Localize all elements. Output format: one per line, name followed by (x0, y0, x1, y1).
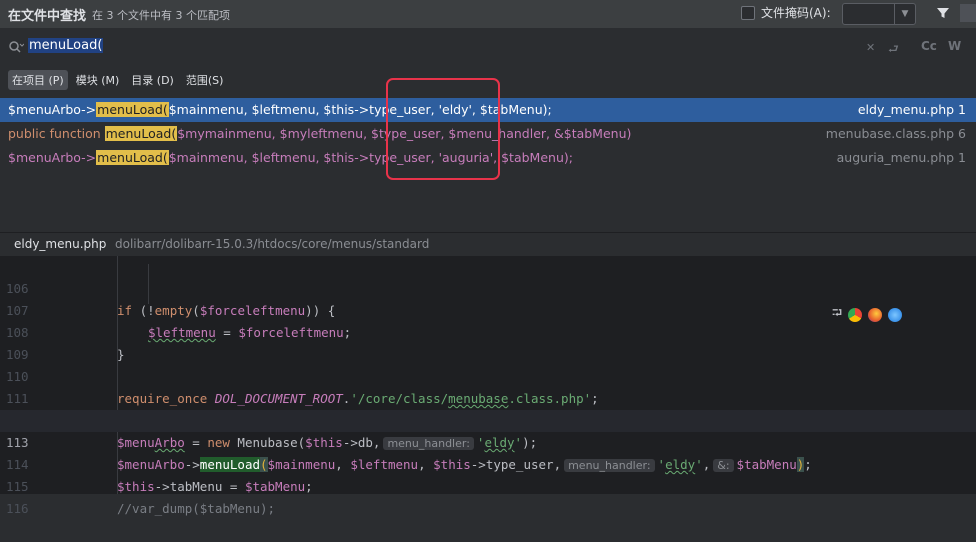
whole-words-icon[interactable]: W (948, 39, 961, 53)
new-line-icon[interactable]: ⮐ (888, 40, 899, 61)
match-case-icon[interactable]: Cc (921, 39, 937, 53)
code-line: 116 (0, 476, 976, 516)
code-line: 114 $this->tabMenu = $tabMenu; (0, 432, 976, 494)
scope-scope[interactable]: 范围(S) (182, 70, 228, 90)
dialog-title: 在文件中查找 (8, 9, 87, 24)
file-mask-label: 文件掩码(A): (761, 6, 831, 20)
line-number: 116 (6, 501, 29, 516)
preview-file-header: eldy_menu.php dolibarr/dolibarr-15.0.3/h… (0, 232, 976, 257)
preview-file-name: eldy_menu.php (14, 237, 107, 251)
code-line: 108 } (0, 300, 976, 362)
code-line: 107 $leftmenu = $forceleftmenu; (0, 278, 976, 340)
search-icon[interactable] (8, 40, 24, 54)
search-query: menuLoad( (28, 38, 104, 53)
code-line: 110 require_once DOL_DOCUMENT_ROOT.'/cor… (0, 344, 976, 406)
match-highlight: menuLoad( (104, 126, 178, 141)
match-highlight: menuLoad( (96, 102, 169, 117)
search-row: menuLoad( ✕ ⮐ Cc W (0, 34, 976, 60)
safari-icon[interactable] (888, 308, 903, 322)
result-file: eldy_menu.php 1 (857, 102, 966, 117)
code-line: 115 //var_dump($tabMenu); (0, 454, 976, 516)
code-line-current: 113 $menuArbo->menuLoad($mainmenu, $left… (0, 410, 976, 472)
code-preview[interactable]: 106 if (!empty($forceleftmenu)) { 107 $l… (0, 256, 976, 516)
result-file: auguria_menu.php 1 (836, 150, 966, 165)
preview-file-path: dolibarr/dolibarr-15.0.3/htdocs/core/men… (115, 237, 430, 251)
scope-directory[interactable]: 目录 (D) (127, 70, 178, 90)
code-line: 109 (0, 322, 976, 362)
match-highlight: menuLoad( (96, 150, 169, 165)
find-in-files-header: 在文件中查找 在 3 个文件中有 3 个匹配项 文件掩码(A): ▼ (0, 0, 976, 28)
firefox-icon[interactable] (868, 308, 883, 322)
chrome-icon[interactable] (848, 308, 863, 322)
code-line: 106 if (!empty($forceleftmenu)) { (0, 256, 976, 318)
close-icon[interactable]: ✕ (866, 41, 875, 54)
scope-module[interactable]: 模块 (M) (72, 70, 124, 90)
result-code: public function menuLoad($mymainmenu, $m… (8, 126, 632, 141)
chevron-down-icon[interactable]: ▼ (894, 4, 915, 24)
filter-icon[interactable] (935, 5, 951, 21)
match-count: 在 3 个文件中有 3 个匹配项 (92, 9, 230, 22)
search-input[interactable]: menuLoad( (28, 38, 848, 56)
code-line: 111 $tabMenu = array(); (0, 366, 976, 428)
annotation-box (386, 78, 500, 180)
result-file: menubase.class.php 6 (825, 126, 966, 141)
scope-tabs: 在项目 (P) 模块 (M) 目录 (D) 范围(S) (8, 70, 231, 90)
file-mask-checkbox[interactable] (741, 5, 755, 20)
file-mask-option[interactable]: 文件掩码(A): (741, 4, 831, 21)
code-line: 112 $menuArbo = new Menubase($this->db,m… (0, 388, 976, 450)
scope-project[interactable]: 在项目 (P) (8, 70, 68, 90)
file-mask-combo[interactable]: ▼ (842, 3, 916, 25)
pin-window-icon[interactable] (960, 4, 976, 22)
